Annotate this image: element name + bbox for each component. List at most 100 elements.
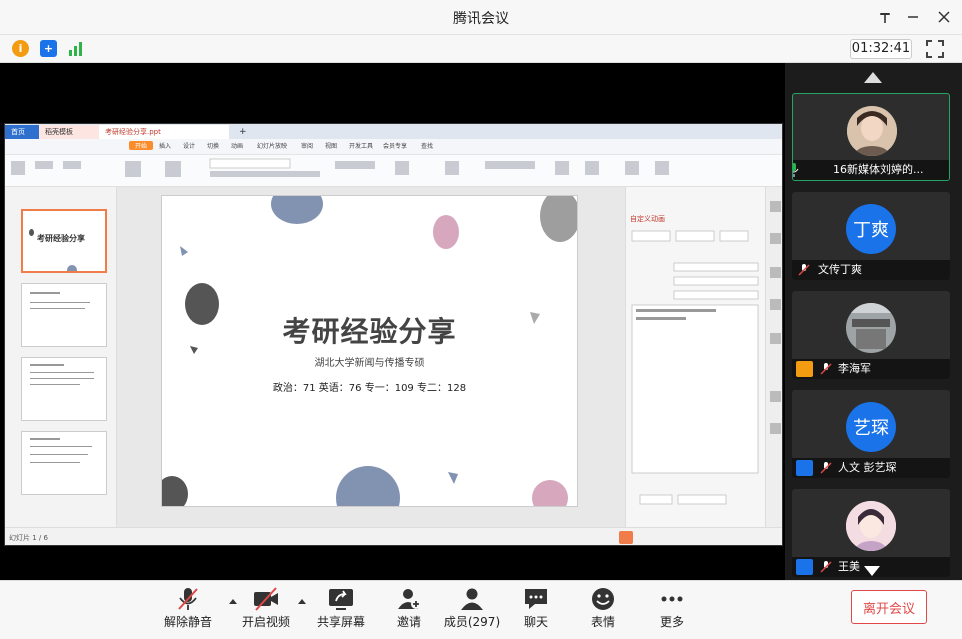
mic-off-icon <box>798 264 810 276</box>
user-icon <box>796 559 813 575</box>
participant-name: 人文 彭艺琛 <box>792 458 950 478</box>
slide-counter: 幻灯片 1 / 6 <box>9 534 48 542</box>
unmute-label: 解除静音 <box>163 615 212 629</box>
menu-find[interactable]: 查找 <box>421 141 433 150</box>
invite-label: 邀请 <box>396 615 421 629</box>
members-label: 成员(297) <box>443 615 501 629</box>
scroll-up-icon[interactable] <box>864 72 882 83</box>
ppt-tab-template[interactable]: 稻壳模板 <box>39 125 99 139</box>
slide-scores: 政治：71 英语：76 专一：109 专二：128 <box>272 383 467 394</box>
shield-icon[interactable]: + <box>40 40 57 57</box>
chat-button[interactable]: 聊天 <box>506 587 566 633</box>
mic-muted-icon <box>175 587 201 611</box>
menu-design[interactable]: 设计 <box>183 141 195 150</box>
emoji-button[interactable]: 表情 <box>573 587 633 633</box>
thumbnail-slide-1[interactable]: 考研经验分享 <box>21 209 107 273</box>
ppt-menu-bar: 开始 插入 设计 切换 动画 幻灯片放映 审阅 视图 开发工具 会员专享 查找 <box>5 139 782 155</box>
scroll-down-icon[interactable] <box>864 566 880 576</box>
menu-transition[interactable]: 切换 <box>207 141 219 150</box>
play-icon[interactable] <box>619 531 633 544</box>
more-label: 更多 <box>659 615 684 629</box>
invite-button[interactable]: 邀请 <box>379 587 439 633</box>
participant-name: 16新媒体刘婷的... <box>793 160 949 180</box>
fullscreen-icon[interactable] <box>926 40 944 61</box>
ppt-tab-bar: 首页 稻壳模板 考研经验分享.ppt + <box>5 124 782 139</box>
new-tab-icon[interactable]: + <box>233 125 253 139</box>
share-screen-label: 共享屏幕 <box>316 615 365 629</box>
panel-title: 自定义动画 <box>630 215 665 223</box>
meeting-timer: 01:32:41 <box>850 39 912 59</box>
meeting-window: 腾讯会议 i + 01:32:41 首页 稻壳模板 考研经验分享.ppt + 开… <box>0 0 962 639</box>
menu-insert[interactable]: 插入 <box>159 141 171 150</box>
chat-label: 聊天 <box>523 615 548 629</box>
camera-off-icon <box>253 587 279 611</box>
thumbnail-title: 考研经验分享 <box>37 234 85 243</box>
thumbnail-slide-2[interactable] <box>21 283 107 347</box>
slide-subtitle: 湖北大学新闻与传播专硕 <box>314 358 425 369</box>
menu-slideshow[interactable]: 幻灯片放映 <box>257 141 287 150</box>
members-button[interactable]: 成员(297) <box>442 587 502 633</box>
smile-icon <box>590 587 616 611</box>
menu-animation[interactable]: 动画 <box>231 141 243 150</box>
user-icon <box>796 361 813 377</box>
maximize-button[interactable] <box>902 6 926 28</box>
start-video-label: 开启视频 <box>241 615 290 629</box>
thumbnail-slide-4[interactable] <box>21 431 107 495</box>
user-icon <box>796 460 813 476</box>
participant-tile-5[interactable]: 王美 <box>792 489 950 577</box>
window-title: 腾讯会议 <box>453 11 509 27</box>
participant-name: 文传丁爽 <box>792 260 950 280</box>
pin-icon[interactable] <box>873 6 897 28</box>
chat-icon <box>523 587 549 611</box>
participant-tile-2[interactable]: 丁爽 文传丁爽 <box>792 192 950 280</box>
share-screen-button[interactable]: 共享屏幕 <box>311 587 371 633</box>
mic-off-icon <box>820 561 832 573</box>
menu-dev[interactable]: 开发工具 <box>349 141 373 150</box>
meeting-toolbar: 解除静音 开启视频 共享屏幕 邀请 成员(297) 聊天 表情 更多 离开会议 <box>0 580 962 639</box>
title-bar: 腾讯会议 <box>0 0 962 35</box>
ppt-tab-file[interactable]: 考研经验分享.ppt <box>99 125 229 139</box>
avatar <box>846 303 896 353</box>
slide-thumbnails: 考研经验分享 <box>5 187 117 527</box>
menu-review[interactable]: 审阅 <box>301 141 313 150</box>
start-video-button[interactable]: 开启视频 <box>236 587 296 633</box>
slide-title: 考研经验分享 <box>282 315 457 348</box>
unmute-button[interactable]: 解除静音 <box>158 587 218 633</box>
menu-member[interactable]: 会员专享 <box>383 141 407 150</box>
ppt-tab-home[interactable]: 首页 <box>5 125 39 139</box>
menu-view[interactable]: 视图 <box>325 141 337 150</box>
ppt-window: 首页 稻壳模板 考研经验分享.ppt + 开始 插入 设计 切换 动画 幻灯片放… <box>4 123 783 546</box>
participant-tile-4[interactable]: 艺琛 人文 彭艺琛 <box>792 390 950 478</box>
members-icon <box>459 587 485 611</box>
slide-stage: 考研经验分享 湖北大学新闻与传播专硕 政治：71 英语：76 专一：109 专二… <box>117 187 625 527</box>
status-bar: i + 01:32:41 <box>0 35 962 63</box>
avatar <box>846 501 896 551</box>
add-user-icon <box>396 587 422 611</box>
ppt-side-toolbar <box>765 187 782 527</box>
avatar: 艺琛 <box>846 402 896 452</box>
ppt-toolbar <box>5 155 782 187</box>
video-options-icon[interactable] <box>298 599 306 604</box>
mic-off-icon <box>820 462 832 474</box>
mic-off-icon <box>820 363 832 375</box>
info-icon[interactable]: i <box>12 40 29 57</box>
share-screen-icon <box>328 587 354 611</box>
ppt-status-bar: 幻灯片 1 / 6 <box>5 527 782 545</box>
emoji-label: 表情 <box>590 615 615 629</box>
thumbnail-slide-3[interactable] <box>21 357 107 421</box>
more-button[interactable]: 更多 <box>642 587 702 633</box>
signal-icon[interactable] <box>68 41 84 59</box>
avatar: 丁爽 <box>846 204 896 254</box>
menu-start[interactable]: 开始 <box>129 141 154 150</box>
more-icon <box>659 587 685 611</box>
slide-canvas[interactable]: 考研经验分享 湖北大学新闻与传播专硕 政治：71 英语：76 专一：109 专二… <box>161 195 578 507</box>
participant-tile-3[interactable]: 李海军 <box>792 291 950 379</box>
close-button[interactable] <box>932 6 956 28</box>
mic-on-icon <box>793 163 799 177</box>
animation-panel: 自定义动画 <box>625 187 765 527</box>
avatar <box>847 106 897 156</box>
participant-tile-1[interactable]: 16新媒体刘婷的... <box>792 93 950 181</box>
leave-meeting-button[interactable]: 离开会议 <box>851 590 927 624</box>
participant-name: 李海军 <box>792 359 950 379</box>
shared-screen: 首页 稻壳模板 考研经验分享.ppt + 开始 插入 设计 切换 动画 幻灯片放… <box>0 63 785 580</box>
